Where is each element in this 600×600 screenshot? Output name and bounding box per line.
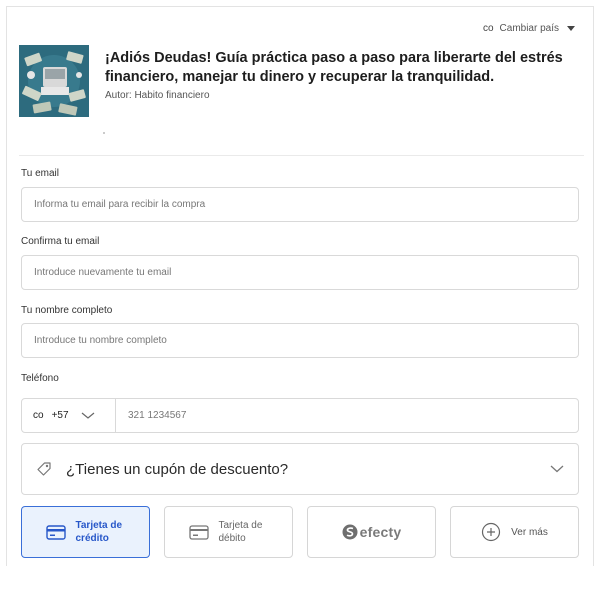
- section-divider: [19, 155, 584, 156]
- efecty-logo: efecty: [342, 524, 402, 540]
- tag-icon: [37, 462, 51, 476]
- plus-circle-icon: [482, 522, 501, 542]
- email-label: Tu email: [21, 168, 59, 179]
- payment-method-label: Tarjeta de débito: [218, 520, 263, 544]
- confirm-email-field[interactable]: [21, 255, 579, 290]
- payment-method-label: Tarjeta de crédito: [75, 520, 123, 544]
- country-switcher[interactable]: co Cambiar país: [483, 23, 575, 34]
- full-name-label: Tu nombre completo: [21, 305, 113, 316]
- phone-country-select[interactable]: co +57: [22, 399, 116, 432]
- product-cover-image: [19, 45, 89, 117]
- country-code: co: [482, 23, 494, 34]
- phone-number-input[interactable]: [116, 399, 578, 432]
- chevron-down-icon: [550, 465, 564, 473]
- product-title: ¡Adiós Deudas! Guía práctica paso a paso…: [105, 50, 563, 85]
- country-switch-label: Cambiar país: [499, 23, 559, 34]
- more-methods-label: Ver más: [511, 526, 548, 538]
- payment-method-efecty[interactable]: efecty: [307, 506, 436, 558]
- credit-card-icon: [45, 524, 66, 540]
- decorative-dot: [103, 132, 105, 134]
- payment-method-more[interactable]: Ver más: [450, 506, 579, 558]
- debit-card-icon: [188, 524, 209, 540]
- coupon-label: ¿Tienes un cupón de descuento?: [66, 460, 289, 478]
- full-name-field[interactable]: [21, 323, 579, 358]
- email-field[interactable]: [21, 187, 579, 222]
- product-author: Autor: Habito financiero: [105, 90, 210, 101]
- confirm-email-label: Confirma tu email: [21, 236, 100, 247]
- caret-down-icon: [567, 26, 575, 31]
- payment-method-credit-card[interactable]: Tarjeta de crédito: [21, 506, 150, 558]
- phone-country-code: co: [33, 410, 44, 421]
- phone-dial-code: +57: [51, 410, 69, 421]
- phone-label: Teléfono: [21, 373, 59, 384]
- efecty-logo-mark: [342, 524, 358, 540]
- efecty-label: efecty: [359, 524, 402, 540]
- checkout-panel: co Cambiar país ¡Adiós Deudas! Guía prác…: [6, 6, 594, 566]
- phone-field-group: co +57: [21, 398, 579, 433]
- payment-method-debit-card[interactable]: Tarjeta de débito: [164, 506, 293, 558]
- coupon-toggle[interactable]: ¿Tienes un cupón de descuento?: [21, 443, 579, 495]
- chevron-down-icon: [81, 412, 94, 419]
- payment-methods: Tarjeta de crédito Tarjeta de débito efe…: [21, 506, 581, 558]
